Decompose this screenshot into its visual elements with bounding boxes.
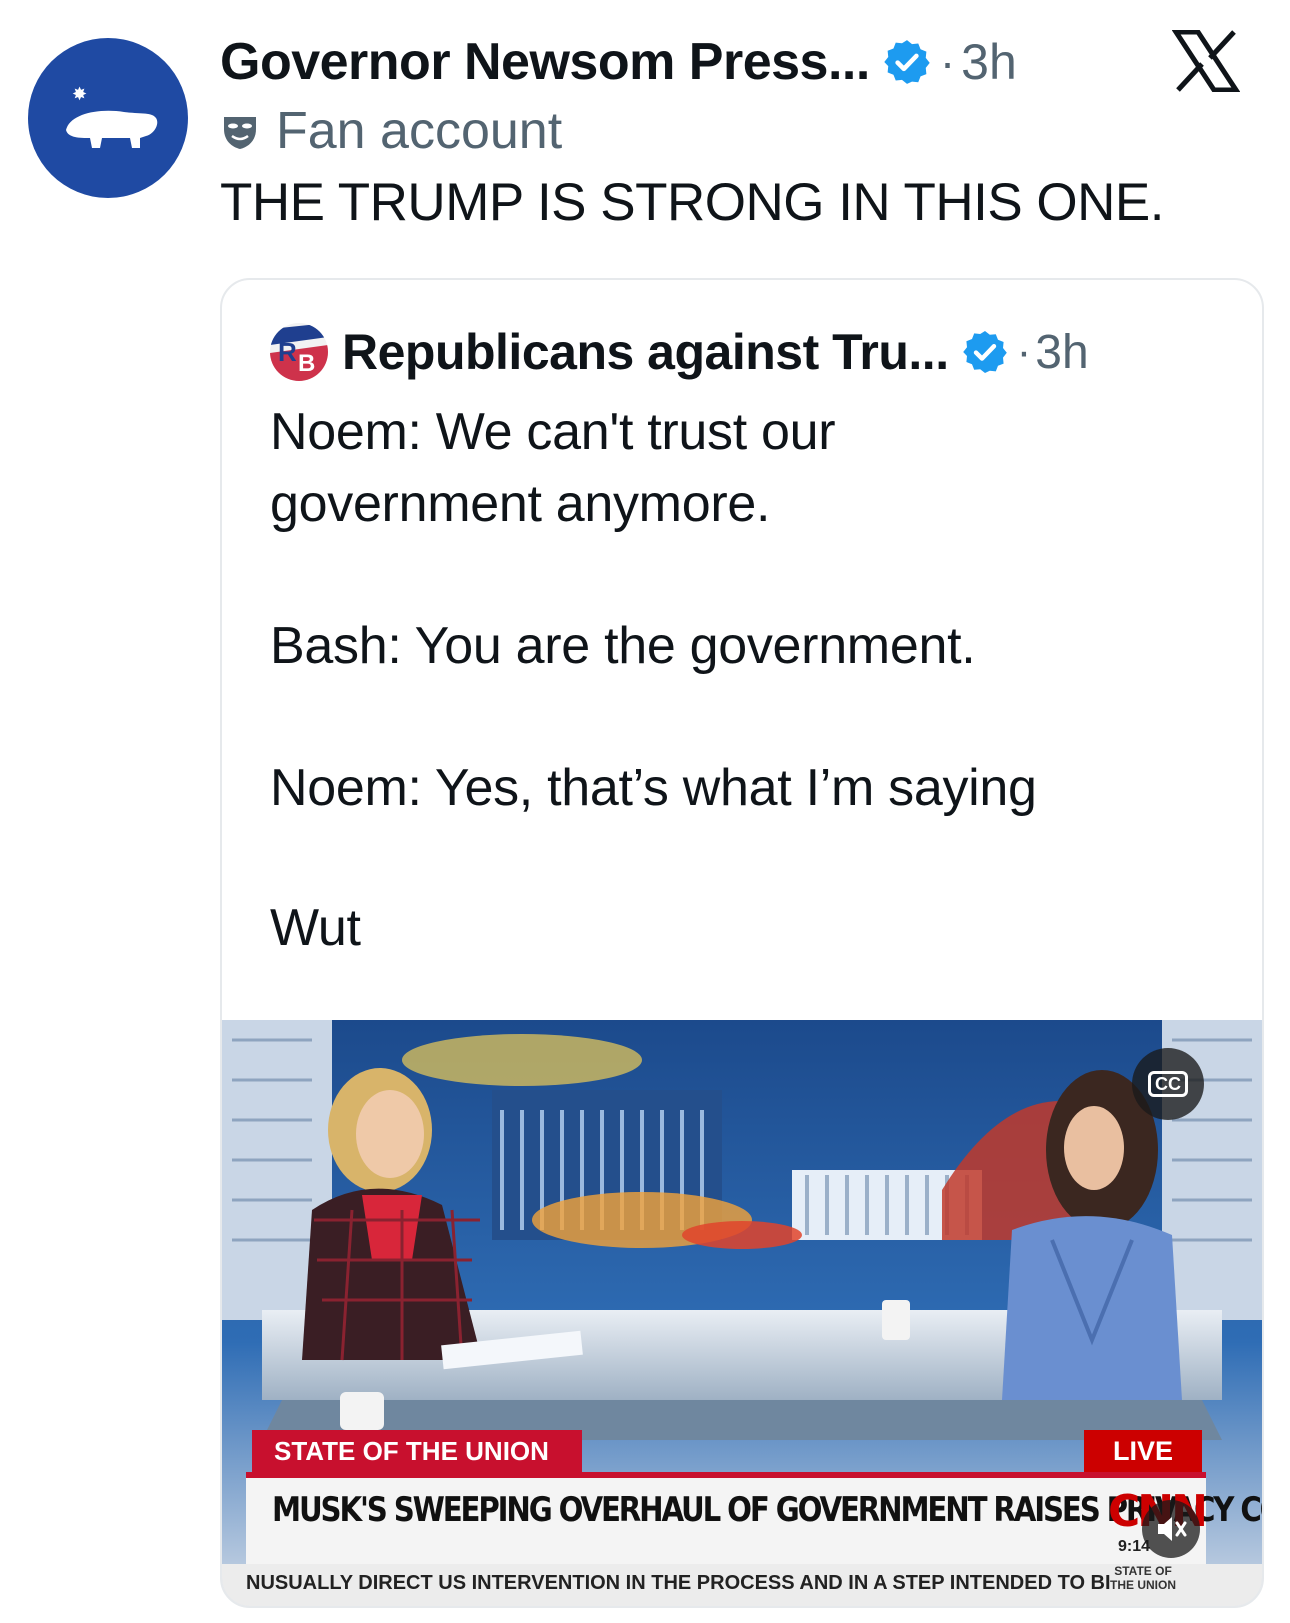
quoted-tweet-header: R B Republicans against Tru... · 3h	[270, 320, 1089, 384]
verified-badge-icon	[884, 40, 930, 84]
news-ticker: NUSUALLY DIRECT US INTERVENTION IN THE P…	[222, 1564, 1262, 1606]
tweet-header: Governor Newsom Press... · 3h	[220, 28, 1017, 96]
quoted-avatar[interactable]: R B	[270, 323, 328, 381]
ticker-text: NUSUALLY DIRECT US INTERVENTION IN THE P…	[246, 1572, 1111, 1594]
svg-text:R: R	[278, 337, 297, 367]
closed-captions-icon: CC	[1148, 1071, 1188, 1097]
ticker-show-logo: STATE OF THE UNION	[1098, 1564, 1188, 1592]
quoted-display-name[interactable]: Republicans against Tru...	[342, 323, 949, 381]
x-logo-icon[interactable]	[1172, 30, 1240, 92]
video-player[interactable]: CC STATE OF THE UNION LIVE MUSK'S SWEEPI…	[222, 1020, 1262, 1606]
svg-text:B: B	[298, 350, 315, 377]
quoted-text-line: Bash: You are the government.	[270, 617, 976, 675]
separator-dot: ·	[939, 36, 956, 88]
hippo-icon: ✸	[66, 84, 158, 148]
chyron: MUSK'S SWEEPING OVERHAUL OF GOVERNMENT R…	[246, 1472, 1262, 1564]
quoted-tweet-card[interactable]: R B Republicans against Tru... · 3h Noem…	[220, 278, 1264, 1608]
fan-mask-icon	[224, 117, 256, 149]
fan-account-label: Fan account	[220, 98, 562, 164]
tweet-text: THE TRUMP IS STRONG IN THIS ONE.	[220, 173, 1165, 232]
svg-text:✸: ✸	[72, 84, 87, 105]
live-badge: LIVE	[1084, 1430, 1202, 1472]
quoted-text-line: Noem: Yes, that’s what I’m saying	[270, 759, 1037, 817]
quoted-text-line: Wut	[270, 899, 361, 957]
mute-button[interactable]	[1142, 1500, 1200, 1558]
show-label: STATE OF THE UNION	[252, 1430, 582, 1472]
timestamp[interactable]: 3h	[961, 33, 1017, 91]
ticker-logo-line: STATE OF	[1114, 1564, 1172, 1578]
fan-account-text: Fan account	[276, 102, 563, 160]
separator-dot: ·	[1016, 327, 1032, 376]
mute-icon	[1158, 1517, 1187, 1541]
verified-badge-icon	[962, 331, 1007, 373]
display-name[interactable]: Governor Newsom Press...	[220, 32, 870, 92]
quoted-avatar-logo: R B	[270, 323, 328, 381]
closed-captions-button[interactable]: CC	[1132, 1048, 1204, 1120]
ticker-logo-line: THE UNION	[1110, 1578, 1176, 1592]
quoted-text-line: Noem: We can't trust our	[270, 403, 836, 461]
avatar[interactable]: ✸	[28, 38, 188, 198]
quoted-timestamp[interactable]: 3h	[1035, 325, 1088, 380]
quoted-text-line: government anymore.	[270, 475, 771, 533]
